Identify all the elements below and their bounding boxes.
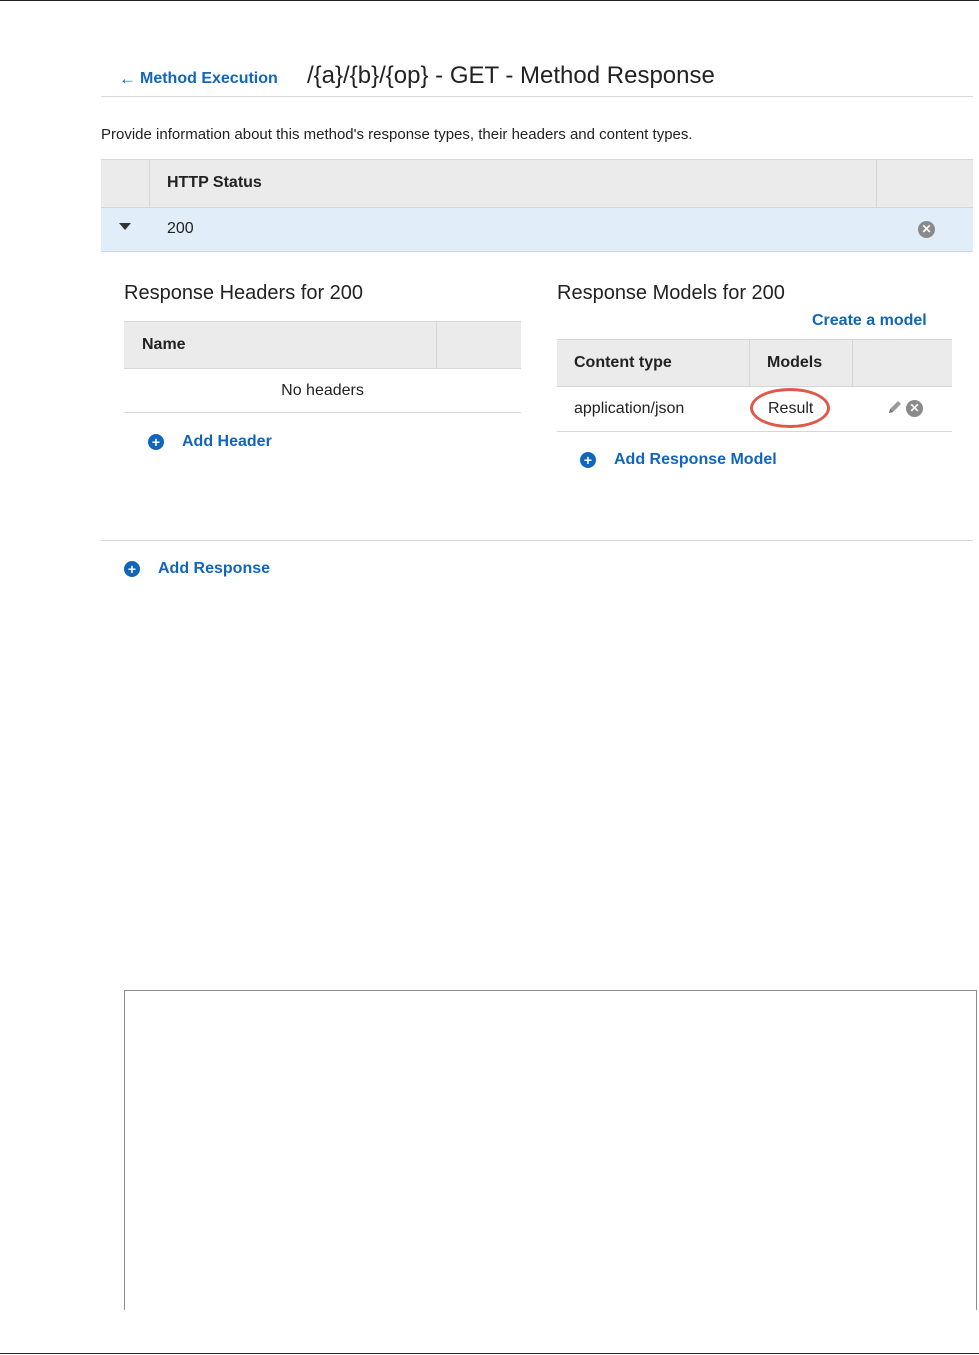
no-headers-message: No headers [124,369,521,413]
add-response-model-label: Add Response Model [614,451,777,468]
plus-circle-icon: + [148,434,164,450]
column-divider [852,340,853,386]
column-divider [876,160,877,207]
add-header-label: Add Header [182,433,272,450]
response-models-table: Content type Models application/json Res… [557,339,952,432]
arrow-left-icon: ← [119,69,136,88]
remove-circle-icon[interactable]: ✕ [918,221,935,238]
content-type-cell: application/json [574,400,685,417]
response-headers-table: Name No headers [124,321,521,413]
top-rule [0,0,979,1]
plus-circle-icon: + [580,452,596,468]
http-status-code: 200 [167,220,194,237]
http-status-table-header: HTTP Status [101,159,973,208]
content-type-column-header: Content type [574,354,672,371]
back-to-method-execution-link[interactable]: ← Method Execution [119,69,278,89]
pencil-icon[interactable] [886,398,904,416]
column-divider [149,160,150,207]
add-response-button[interactable]: + Add Response [124,560,270,578]
column-divider [436,322,437,368]
http-status-row-200[interactable]: 200 ✕ [101,208,973,252]
models-column-header: Models [767,354,823,371]
create-a-model-link[interactable]: Create a model [812,312,927,330]
caret-down-icon[interactable] [119,223,131,230]
column-divider [749,340,750,386]
response-headers-table-header: Name [124,321,521,369]
bottom-rule [0,1353,979,1354]
back-link-label: Method Execution [140,70,278,87]
plus-circle-icon: + [124,561,140,577]
http-status-column-header: HTTP Status [167,174,262,191]
table-row: application/json Result ✕ [557,387,952,432]
http-status-table: HTTP Status 200 ✕ [101,159,973,252]
page-title: /{a}/{b}/{op} - GET - Method Response [307,62,715,89]
empty-panel-frame [124,990,977,1310]
add-response-model-button[interactable]: + Add Response Model [580,451,777,469]
response-models-title: Response Models for 200 [557,282,785,304]
section-divider [101,540,973,541]
response-headers-title: Response Headers for 200 [124,282,364,304]
remove-circle-icon[interactable]: ✕ [906,400,923,417]
add-header-button[interactable]: + Add Header [148,433,272,451]
page-header: ← Method Execution /{a}/{b}/{op} - GET -… [101,58,973,97]
page-description: Provide information about this method's … [101,126,693,143]
add-response-label: Add Response [158,560,271,577]
model-cell[interactable]: Result [768,400,813,418]
name-column-header: Name [142,336,186,353]
response-models-table-header: Content type Models [557,339,952,387]
